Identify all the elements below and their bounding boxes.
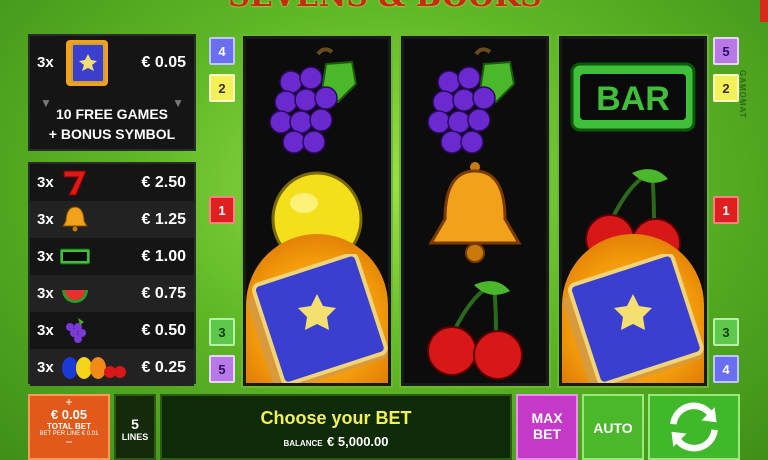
scatter-multiplier: 3x <box>37 54 54 71</box>
line-marker-left[interactable]: 2 <box>209 74 235 102</box>
max-bet-label: BET <box>533 426 561 442</box>
max-bet-label: MAX <box>531 410 563 426</box>
grapes-icon <box>66 318 86 343</box>
spin-button[interactable] <box>648 394 740 460</box>
balance-label: BALANCE <box>283 439 323 448</box>
paytable-row: 3x € 2.50 <box>30 164 194 201</box>
lines-display: 5 LINES <box>114 394 156 460</box>
auto-label: AUTO <box>593 420 633 436</box>
lines-value: 5 <box>131 416 139 432</box>
reel-3: BAR <box>557 34 709 388</box>
bell-icon <box>62 206 88 232</box>
lines-label: LINES <box>121 432 149 442</box>
row-amount: € 0.25 <box>141 358 186 376</box>
cherries-icon <box>427 281 523 380</box>
paytable-row: 3x € 1.00 <box>30 238 194 275</box>
row-multiplier: 3x <box>37 285 54 302</box>
menu-tab[interactable] <box>760 0 768 22</box>
row-multiplier: 3x <box>37 359 54 376</box>
bet-decrease-button[interactable]: − <box>30 436 108 448</box>
brand-logo: GAMOMAT <box>738 70 747 119</box>
row-multiplier: 3x <box>37 248 54 265</box>
reel-1 <box>241 34 393 388</box>
row-multiplier: 3x <box>37 322 54 339</box>
row-multiplier: 3x <box>37 174 54 191</box>
bar-icon: BAR <box>570 62 696 132</box>
bet-label: TOTAL BET <box>47 422 91 431</box>
auto-play-button[interactable]: AUTO <box>582 394 644 460</box>
grapes-icon <box>427 47 516 154</box>
line-marker-left[interactable]: 5 <box>209 355 235 383</box>
bet-selector[interactable]: + € 0.05 TOTAL BET BET PER LINE € 0.01 − <box>28 394 110 460</box>
status-message: Choose your BET <box>260 408 412 428</box>
line-marker-left[interactable]: 4 <box>209 37 235 65</box>
max-bet-button[interactable]: MAX BET <box>516 394 578 460</box>
book-icon <box>246 254 388 383</box>
bell-icon <box>428 162 522 263</box>
paytable-row: 3x € 0.25 <box>30 349 194 386</box>
seven-icon <box>63 170 87 196</box>
game-title: SEVENS & BOOKS <box>150 0 620 14</box>
balance-value: € 5,000.00 <box>327 434 389 449</box>
bonus-symbol-text: + BONUS SYMBOL <box>48 126 176 142</box>
message-panel: Choose your BET BALANCE € 5,000.00 <box>160 394 512 460</box>
row-amount: € 1.25 <box>141 210 186 228</box>
grapes-icon <box>269 47 358 154</box>
bar-icon <box>60 248 90 265</box>
bar-label: BAR <box>596 80 670 118</box>
row-amount: € 0.50 <box>141 321 186 339</box>
free-games-text: 10 FREE GAMES <box>55 106 169 122</box>
row-multiplier: 3x <box>37 211 54 228</box>
scatter-amount: € 0.05 <box>141 54 186 71</box>
line-marker-right[interactable]: 2 <box>713 74 739 102</box>
reel-2 <box>399 34 551 388</box>
line-marker-left[interactable]: 1 <box>209 196 235 224</box>
line-marker-right[interactable]: 1 <box>713 196 739 224</box>
line-marker-right[interactable]: 4 <box>713 355 739 383</box>
paytable-list: 3x € 2.50 3x € 1.25 3x € 1.00 3x € 0.75 … <box>28 162 196 386</box>
mixed-fruits-icon <box>62 357 126 379</box>
row-amount: € 2.50 <box>141 173 186 191</box>
spin-arrows-icon <box>670 402 718 452</box>
row-amount: € 1.00 <box>141 247 186 265</box>
paytable-row: 3x € 0.75 <box>30 275 194 312</box>
line-marker-left[interactable]: 3 <box>209 318 235 346</box>
row-amount: € 0.75 <box>141 284 186 302</box>
book-icon <box>562 254 704 383</box>
bet-value: € 0.05 <box>50 407 88 422</box>
paytable-scatter: 3x € 0.05 ▼ ▼ 10 FREE GAMES + BONUS SYMB… <box>28 34 196 151</box>
line-marker-right[interactable]: 5 <box>713 37 739 65</box>
paytable-row: 3x € 0.50 <box>30 312 194 349</box>
paytable-row: 3x € 1.25 <box>30 201 194 238</box>
book-icon <box>66 40 108 86</box>
line-marker-right[interactable]: 3 <box>713 318 739 346</box>
watermelon-icon <box>62 290 88 303</box>
